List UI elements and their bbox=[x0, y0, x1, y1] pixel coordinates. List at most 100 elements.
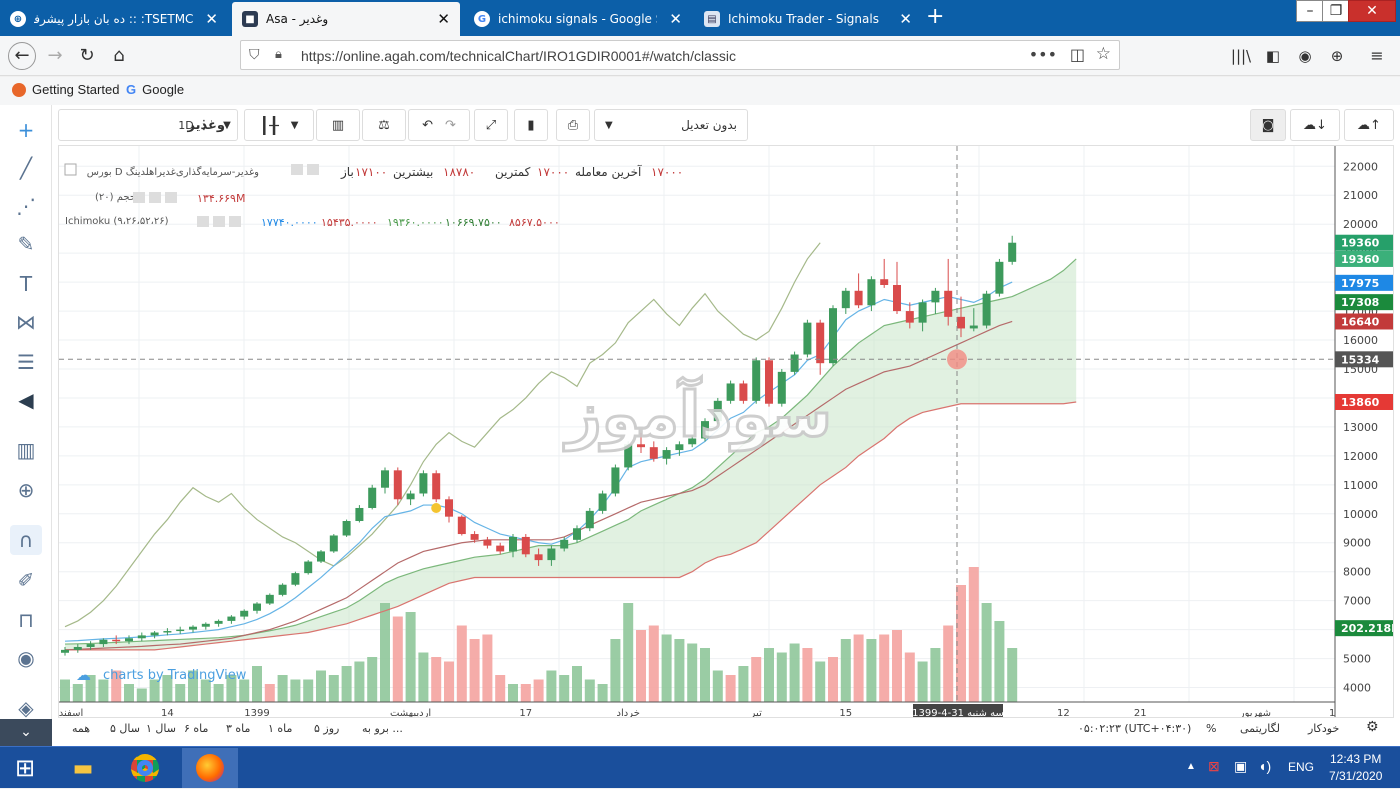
candle-body bbox=[457, 516, 466, 535]
range-1m[interactable]: ۱ ماه bbox=[268, 722, 292, 735]
cloud-upload-icon[interactable]: ☁↑ bbox=[1344, 109, 1394, 141]
tab-google[interactable]: G ichimoku signals - Google Sear ✕ bbox=[464, 2, 692, 36]
compare-button[interactable]: ⚖ bbox=[362, 109, 406, 141]
volume-bar bbox=[764, 648, 774, 702]
indicators-button[interactable]: ▥ bbox=[316, 109, 360, 141]
measure-icon[interactable]: ▥ bbox=[10, 435, 42, 465]
legend-open-label: باز bbox=[340, 165, 354, 180]
close-icon[interactable]: ✕ bbox=[437, 10, 450, 28]
save-icon[interactable]: ▮ bbox=[514, 109, 548, 141]
start-icon[interactable]: ⊞ bbox=[0, 747, 50, 789]
legend-settings-icon[interactable] bbox=[149, 192, 161, 203]
more-vert-icon[interactable]: ⋮ bbox=[196, 109, 212, 141]
print-icon[interactable]: ⎙ bbox=[556, 109, 590, 141]
pocket-icon[interactable]: ◫ bbox=[1070, 45, 1085, 64]
legend-close-icon[interactable] bbox=[165, 192, 177, 203]
tab-tsetmc[interactable]: ⊕ TSETMC: :: ده بان بازار پیشرفته ✕ bbox=[0, 2, 228, 36]
tab-asa[interactable]: ■ Asa - وغدیر ✕ bbox=[232, 2, 460, 36]
undo-icon[interactable]: ↶ bbox=[422, 118, 433, 133]
chrome-icon[interactable] bbox=[122, 750, 168, 786]
range-1y[interactable]: ۱ سال bbox=[146, 722, 176, 735]
legend-settings-icon[interactable] bbox=[213, 216, 225, 227]
auto-toggle[interactable]: خودکار bbox=[1308, 722, 1339, 735]
clock-time[interactable]: 12:43 PM bbox=[1330, 752, 1381, 766]
close-icon[interactable]: ✕ bbox=[669, 10, 682, 28]
tray-arrow-icon[interactable]: ▲ bbox=[1186, 761, 1196, 772]
range-5d[interactable]: ۵ روز bbox=[314, 722, 339, 735]
candle-body bbox=[355, 507, 364, 522]
lock-drawing-icon[interactable]: ✐ bbox=[10, 565, 42, 595]
price-chart[interactable]: 2200021000200001900018000170001600015000… bbox=[58, 145, 1400, 723]
cloud-download-icon[interactable]: ☁↓ bbox=[1290, 109, 1340, 141]
adjust-dropdown[interactable]: ▼ بدون تعدیل bbox=[594, 109, 748, 141]
bookmark-getting-started[interactable]: Getting Started bbox=[12, 82, 119, 97]
fullscreen-icon[interactable]: ⤢ bbox=[474, 109, 508, 141]
lock-icon[interactable]: 🔒︎ bbox=[275, 47, 282, 62]
more-icon[interactable]: ••• bbox=[1029, 45, 1057, 64]
clock-date[interactable]: 7/31/2020 bbox=[1329, 769, 1382, 783]
interval-dropdown-icon[interactable]: ▼ bbox=[216, 109, 238, 141]
text-icon[interactable]: T bbox=[10, 269, 42, 299]
range-3m[interactable]: ۳ ماه bbox=[226, 722, 250, 735]
brush-icon[interactable]: ✎ bbox=[10, 229, 42, 259]
collapse-icon[interactable]: ⌄ bbox=[0, 719, 52, 746]
fib-icon[interactable]: ☰ bbox=[10, 347, 42, 377]
range-5y[interactable]: ۵ سال bbox=[110, 722, 140, 735]
zoom-icon[interactable]: ⊕ bbox=[10, 475, 42, 505]
legend-collapse-icon[interactable] bbox=[64, 163, 77, 176]
url-bar[interactable]: ⛉ 🔒︎ https://online.agah.com/technicalCh… bbox=[240, 40, 1120, 70]
legend-eye-icon[interactable] bbox=[133, 192, 145, 203]
trend-line-icon[interactable]: ╱ bbox=[10, 153, 42, 183]
pattern-icon[interactable]: ⋈ bbox=[10, 307, 42, 337]
arrow-left-icon[interactable]: ◀ bbox=[10, 385, 42, 415]
network-icon[interactable]: ⊠ bbox=[1208, 758, 1220, 775]
reload-icon[interactable]: ↻ bbox=[74, 44, 100, 68]
globe-icon[interactable]: ⊕ bbox=[1324, 44, 1350, 68]
price-tick-label: 4000 bbox=[1343, 682, 1371, 695]
file-explorer-icon[interactable]: ▬ bbox=[60, 750, 106, 786]
magnet-icon[interactable]: ∩ bbox=[10, 525, 42, 555]
redo-icon[interactable]: ↷ bbox=[445, 118, 456, 133]
menu-icon[interactable]: ≡ bbox=[1364, 44, 1390, 68]
maximize-icon[interactable]: ❐ bbox=[1322, 0, 1350, 22]
range-6m[interactable]: ۶ ماه bbox=[184, 722, 208, 735]
forward-icon[interactable]: → bbox=[42, 44, 68, 68]
legend-eye-icon[interactable] bbox=[197, 216, 209, 227]
volume-icon[interactable]: ◖) bbox=[1258, 758, 1271, 774]
close-icon[interactable]: ✕ bbox=[205, 10, 218, 28]
settings-icon[interactable]: ⚙ bbox=[1366, 719, 1379, 735]
legend-settings-icon[interactable] bbox=[307, 164, 319, 175]
firefox-taskbar-icon[interactable] bbox=[182, 748, 238, 788]
volume-bar bbox=[213, 684, 224, 702]
bookmark-google[interactable]: G Google bbox=[126, 82, 184, 97]
account-icon[interactable]: ◉ bbox=[1292, 44, 1318, 68]
language-indicator[interactable]: ENG bbox=[1288, 760, 1314, 774]
new-tab-icon[interactable]: + bbox=[926, 4, 944, 29]
minimize-icon[interactable]: – bbox=[1296, 0, 1324, 22]
goto-date-button[interactable]: برو به ... bbox=[362, 722, 403, 735]
legend-eye-icon[interactable] bbox=[291, 164, 303, 175]
eye-icon[interactable]: ◉ bbox=[10, 643, 42, 673]
camera-icon[interactable]: ◙ bbox=[1250, 109, 1286, 141]
chart-canvas[interactable]: 2200021000200001900018000170001600015000… bbox=[59, 146, 1400, 722]
back-icon[interactable]: ← bbox=[8, 42, 36, 70]
library-icon[interactable]: |||\ bbox=[1228, 44, 1254, 68]
close-icon[interactable]: ✕ bbox=[899, 10, 912, 28]
chart-type-button[interactable]: ┃╂ ▼ bbox=[244, 109, 314, 141]
home-icon[interactable]: ⌂ bbox=[106, 44, 132, 68]
log-toggle[interactable]: لگاریتمی bbox=[1240, 722, 1280, 735]
star-icon[interactable]: ☆ bbox=[1096, 44, 1111, 64]
legend-close-icon[interactable] bbox=[229, 216, 241, 227]
crosshair-icon[interactable]: + bbox=[10, 115, 42, 145]
unlock-icon[interactable]: ⊓ bbox=[10, 605, 42, 635]
shield-icon[interactable]: ⛉ bbox=[249, 47, 260, 63]
volume-bar bbox=[495, 675, 506, 702]
tab-ichimoku-trader[interactable]: ▤ Ichimoku Trader - Signals ✕ bbox=[694, 2, 922, 36]
flag-icon[interactable]: ▣ bbox=[1234, 758, 1247, 775]
sidebar-icon[interactable]: ◧ bbox=[1260, 44, 1286, 68]
range-all[interactable]: همه bbox=[72, 722, 90, 735]
pitchfork-icon[interactable]: ⋰ bbox=[10, 191, 42, 221]
close-window-icon[interactable]: ✕ bbox=[1348, 0, 1396, 22]
url-text[interactable]: https://online.agah.com/technicalChart/I… bbox=[301, 48, 736, 64]
percent-toggle[interactable]: % bbox=[1206, 722, 1216, 735]
